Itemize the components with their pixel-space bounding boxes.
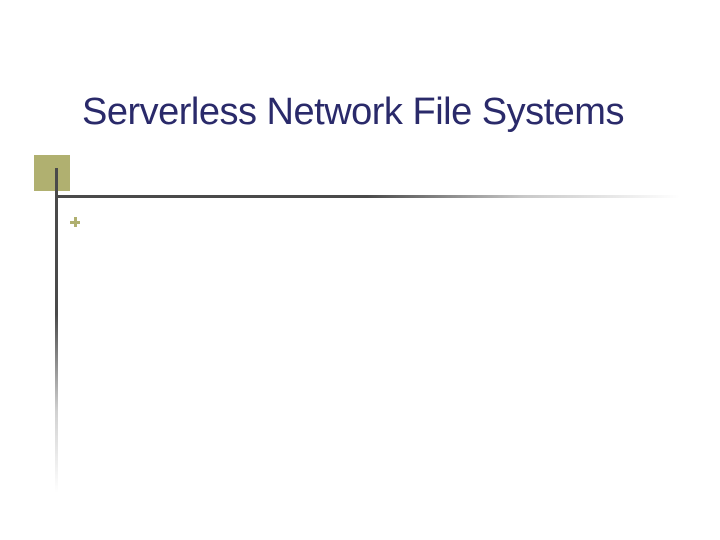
horizontal-divider (55, 195, 680, 198)
slide-title: Serverless Network File Systems (82, 90, 624, 136)
bullet-icon (70, 217, 84, 231)
vertical-divider (55, 168, 58, 493)
accent-square (34, 155, 70, 191)
